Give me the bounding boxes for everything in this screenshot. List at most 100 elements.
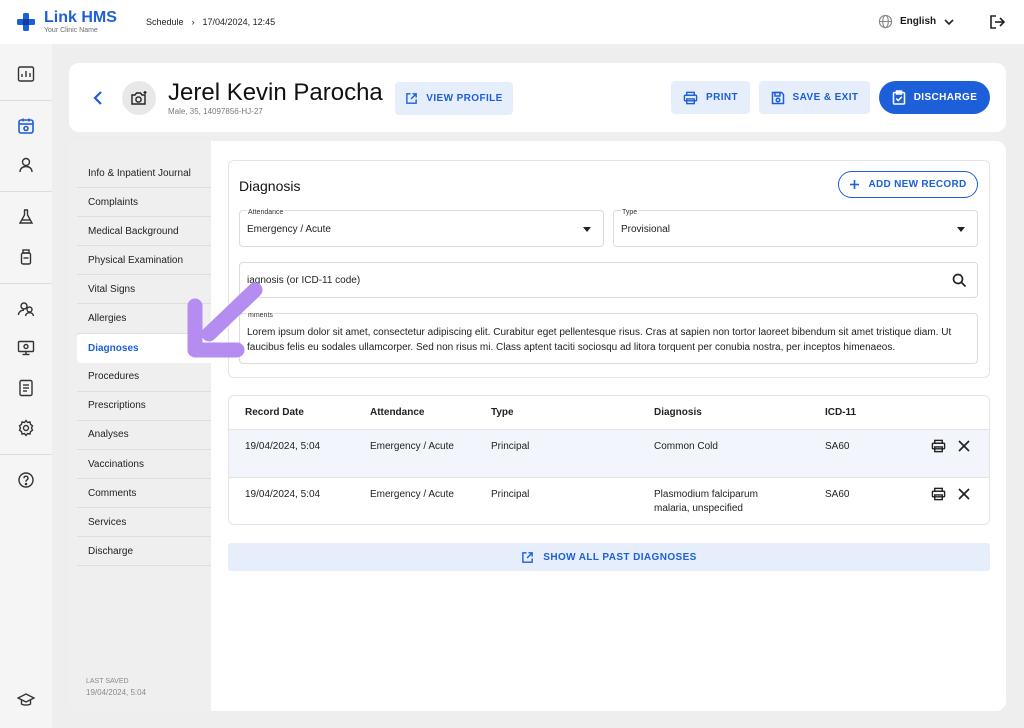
show-all-past-diagnoses-button[interactable]: SHOW ALL PAST DIAGNOSES bbox=[228, 543, 990, 571]
chevron-left-icon bbox=[93, 91, 102, 105]
column-header: Type bbox=[491, 407, 514, 418]
print-label: PRINT bbox=[706, 92, 738, 103]
nav-item[interactable]: Prescriptions bbox=[77, 392, 211, 421]
brand-logo[interactable]: Link HMS Your Clinic Name bbox=[16, 10, 117, 34]
close-icon[interactable] bbox=[958, 440, 970, 452]
last-saved: LAST SAVED 19/04/2024, 5:04 bbox=[86, 678, 146, 697]
logout-button[interactable] bbox=[989, 14, 1006, 35]
attendance-value: Emergency / Acute bbox=[247, 224, 331, 235]
nav-item[interactable]: Medical Background bbox=[77, 217, 211, 247]
logout-icon bbox=[990, 15, 1006, 29]
cell-type: Principal bbox=[491, 489, 530, 500]
monitor-icon[interactable] bbox=[16, 338, 36, 358]
last-saved-value: 19/04/2024, 5:04 bbox=[86, 688, 147, 697]
back-button[interactable] bbox=[90, 89, 106, 112]
cell-type: Principal bbox=[491, 441, 530, 452]
clipboard-check-icon bbox=[892, 90, 905, 105]
column-header: Record Date bbox=[245, 407, 304, 418]
help-icon[interactable] bbox=[16, 470, 36, 490]
view-profile-button[interactable]: VIEW PROFILE bbox=[395, 82, 513, 115]
nav-item[interactable]: Discharge bbox=[77, 537, 211, 567]
print-button[interactable]: PRINT bbox=[671, 81, 750, 114]
save-icon bbox=[771, 91, 784, 104]
cell-date: 19/04/2024, 5:04 bbox=[245, 441, 321, 452]
comments-textarea[interactable]: mments Lorem ipsum dolor sit amet, conse… bbox=[239, 312, 978, 364]
graduation-cap-icon[interactable] bbox=[16, 690, 36, 710]
pointer-arrow-icon bbox=[187, 282, 263, 358]
caret-down-icon bbox=[583, 227, 591, 232]
column-header: ICD-11 bbox=[825, 407, 857, 418]
search-icon[interactable] bbox=[952, 273, 967, 288]
calendar-icon[interactable] bbox=[16, 116, 36, 136]
nav-item[interactable]: Services bbox=[77, 508, 211, 538]
nav-item[interactable]: Procedures bbox=[77, 363, 211, 392]
settings-icon[interactable] bbox=[16, 418, 36, 438]
nav-item[interactable]: Complaints bbox=[77, 188, 211, 218]
add-new-record-label: ADD NEW RECORD bbox=[868, 179, 967, 190]
cell-icd: SA60 bbox=[825, 489, 850, 500]
nav-item[interactable]: Info & Inpatient Journal bbox=[77, 159, 211, 188]
show-all-label: SHOW ALL PAST DIAGNOSES bbox=[543, 551, 697, 563]
discharge-button[interactable]: DISCHARGE bbox=[879, 81, 990, 114]
type-label: Type bbox=[621, 209, 639, 216]
camera-icon bbox=[131, 91, 147, 105]
patient-meta: Male, 35, 14097856-HJ-27 bbox=[168, 107, 263, 116]
diagnosis-search-input[interactable]: iagnosis (or ICD-11 code) bbox=[239, 262, 978, 298]
table-row-highlight bbox=[229, 429, 989, 477]
nav-item[interactable]: Vaccinations bbox=[77, 450, 211, 479]
external-link-icon bbox=[406, 93, 418, 104]
top-bar: Link HMS Your Clinic Name Schedule › 17/… bbox=[0, 0, 1024, 44]
nav-item[interactable]: Physical Examination bbox=[77, 246, 211, 276]
bottle-icon[interactable] bbox=[16, 247, 36, 267]
brand-title: Link HMS bbox=[44, 9, 117, 26]
add-new-record-button[interactable]: ADD NEW RECORD bbox=[838, 171, 978, 198]
external-link-icon bbox=[522, 551, 534, 563]
rail-divider bbox=[0, 100, 52, 101]
add-photo-button[interactable] bbox=[122, 81, 156, 115]
caret-down-icon bbox=[957, 227, 965, 232]
table-divider bbox=[229, 429, 989, 430]
breadcrumb-datetime: 17/04/2024, 12:45 bbox=[202, 17, 276, 27]
nav-item[interactable]: Comments bbox=[77, 479, 211, 509]
last-saved-label: LAST SAVED bbox=[86, 678, 129, 685]
discharge-label: DISCHARGE bbox=[913, 92, 978, 103]
flask-icon[interactable] bbox=[16, 207, 36, 227]
type-select[interactable]: Type Provisional bbox=[613, 209, 978, 247]
icon-rail bbox=[0, 44, 52, 728]
cell-diagnosis: Plasmodium falciparum malaria, unspecifi… bbox=[654, 489, 758, 514]
cell-attendance: Emergency / Acute bbox=[370, 441, 454, 452]
printer-icon bbox=[683, 91, 698, 104]
cell-attendance: Emergency / Acute bbox=[370, 489, 454, 500]
breadcrumb: Schedule › 17/04/2024, 12:45 bbox=[146, 17, 275, 27]
print-row-icon[interactable] bbox=[931, 487, 946, 501]
breadcrumb-schedule[interactable]: Schedule bbox=[146, 17, 184, 27]
print-row-icon[interactable] bbox=[931, 439, 946, 453]
rail-divider bbox=[0, 283, 52, 284]
patient-name: Jerel Kevin Parocha bbox=[168, 79, 383, 106]
save-exit-button[interactable]: SAVE & EXIT bbox=[759, 81, 870, 114]
language-label: English bbox=[900, 16, 937, 27]
users-icon[interactable] bbox=[16, 299, 36, 319]
diagnosis-title: Diagnosis bbox=[239, 178, 301, 194]
rail-divider bbox=[0, 454, 52, 455]
nav-item[interactable]: Analyses bbox=[77, 421, 211, 450]
cell-diagnosis: Common Cold bbox=[654, 441, 718, 452]
brand-subtitle: Your Clinic Name bbox=[44, 27, 98, 34]
attendance-select[interactable]: Attendance Emergency / Acute bbox=[239, 209, 604, 247]
column-header: Attendance bbox=[370, 407, 425, 418]
dashboard-icon[interactable] bbox=[16, 64, 36, 84]
user-icon[interactable] bbox=[16, 155, 36, 175]
close-icon[interactable] bbox=[958, 488, 970, 500]
cross-logo-icon bbox=[17, 13, 35, 31]
language-selector[interactable]: English bbox=[878, 14, 955, 29]
table-divider bbox=[229, 477, 989, 478]
plus-icon bbox=[850, 180, 860, 189]
column-header: Diagnosis bbox=[654, 407, 702, 418]
cell-date: 19/04/2024, 5:04 bbox=[245, 489, 321, 500]
save-exit-label: SAVE & EXIT bbox=[792, 92, 859, 103]
globe-icon bbox=[878, 14, 893, 29]
breadcrumb-separator: › bbox=[191, 17, 195, 27]
type-value: Provisional bbox=[621, 224, 670, 235]
chevron-down-icon bbox=[944, 18, 954, 25]
report-icon[interactable] bbox=[16, 378, 36, 398]
